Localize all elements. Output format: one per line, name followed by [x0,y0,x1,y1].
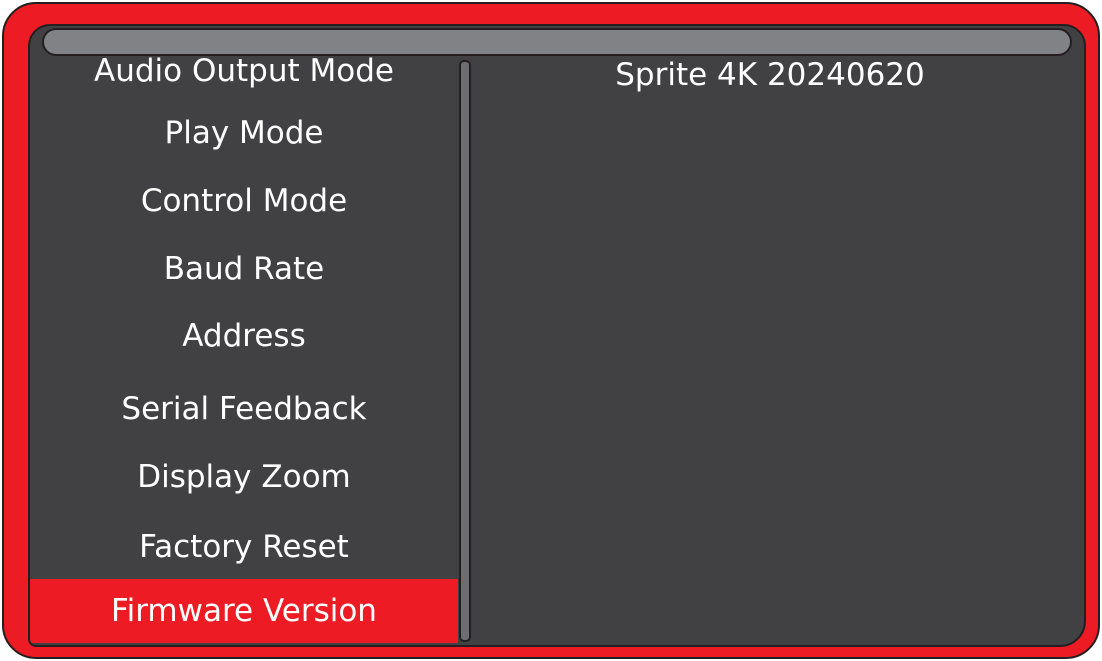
menu-item-label: Firmware Version [111,593,377,629]
menu-scrollbar[interactable] [459,60,471,642]
menu-item-factory-reset[interactable]: Factory Reset [30,517,458,577]
device-frame: Audio Output Mode Play Mode Control Mode… [2,2,1100,659]
firmware-version-value: Sprite 4K 20240620 [615,57,925,93]
menu-item-label: Play Mode [164,115,324,151]
menu-item-control-mode[interactable]: Control Mode [30,171,458,231]
menu-item-audio-output-mode[interactable]: Audio Output Mode [30,41,458,101]
menu-item-baud-rate[interactable]: Baud Rate [30,239,458,299]
menu-item-play-mode[interactable]: Play Mode [30,103,458,163]
menu-item-label: Display Zoom [137,459,351,495]
menu-item-label: Serial Feedback [121,391,367,427]
menu-item-label: Address [182,318,306,354]
menu-item-firmware-version[interactable]: Firmware Version [30,579,458,643]
menu-item-display-zoom[interactable]: Display Zoom [30,447,458,507]
menu-item-label: Factory Reset [139,529,349,565]
menu-item-label: Baud Rate [163,251,325,287]
menu-screen: Audio Output Mode Play Mode Control Mode… [28,24,1086,647]
menu-item-label: Audio Output Mode [94,53,394,89]
settings-menu: Audio Output Mode Play Mode Control Mode… [30,26,458,645]
menu-item-address[interactable]: Address [30,306,458,366]
menu-item-label: Control Mode [140,183,348,219]
menu-item-serial-feedback[interactable]: Serial Feedback [30,379,458,439]
